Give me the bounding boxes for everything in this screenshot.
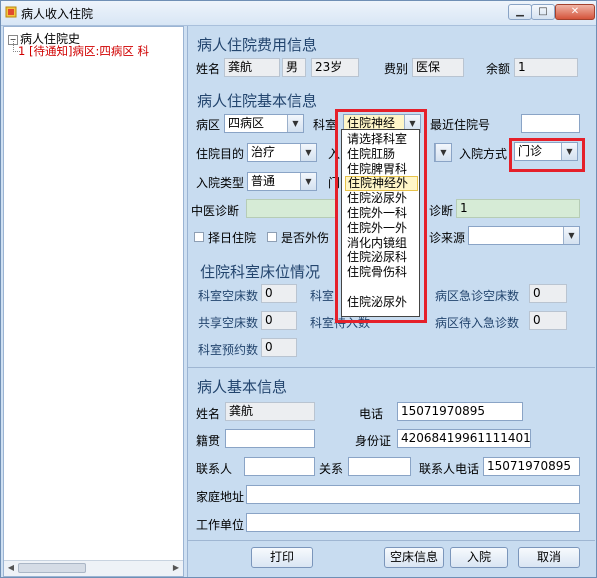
chevron-down-icon[interactable]: ▼ (300, 173, 316, 190)
admit-type-value: 普通 (251, 174, 276, 188)
west-diag-field[interactable]: 1 (456, 199, 580, 218)
phone-field[interactable]: 15071970895 (397, 402, 523, 421)
origin-label: 籍贯 (196, 434, 221, 448)
dept-label: 科室 (313, 118, 338, 132)
recent-admit-label: 最近住院号 (430, 118, 491, 132)
source-label: 诊来源 (429, 231, 466, 245)
ward-value: 四病区 (228, 116, 265, 130)
id-label: 身份证 (355, 434, 392, 448)
row2-col2-select[interactable]: ▼ (434, 143, 452, 162)
patient-name-label: 姓名 (196, 407, 221, 421)
bed-col2-label-a: 科室 (310, 289, 335, 303)
maximize-button[interactable]: □ (531, 4, 555, 20)
west-diag-label: 诊断 (429, 204, 454, 218)
select-day-label: 择日住院 (208, 231, 257, 245)
admit-type-select[interactable]: 普通 ▼ (247, 172, 317, 191)
admit-type-label: 入院类型 (196, 176, 245, 190)
chevron-down-icon[interactable]: ▼ (287, 115, 303, 132)
tcm-diag-label: 中医诊断 (191, 204, 240, 218)
address-field[interactable] (246, 485, 580, 504)
trauma-label: 是否外伤 (281, 231, 330, 245)
ward-select[interactable]: 四病区 ▼ (224, 114, 304, 133)
age-field: 23岁 (311, 58, 359, 77)
id-field[interactable]: 420684199611114015 (397, 429, 531, 448)
fee-name-field: 龚航 (224, 58, 280, 77)
history-tree-panel: − 病人住院史 1 [待通知]病区:四病区 科 ◀ ▶ (3, 26, 184, 577)
admit-method-label: 入院方式 (459, 147, 508, 161)
source-select[interactable]: ▼ (468, 226, 580, 245)
scroll-thumb[interactable] (18, 563, 86, 573)
chevron-down-icon[interactable]: ▼ (300, 144, 316, 161)
app-icon (5, 6, 17, 18)
fee-section-title: 病人住院费用信息 (197, 36, 318, 54)
purpose-select[interactable]: 治疗 ▼ (247, 143, 317, 162)
ward-emerg-label: 病区急诊空床数 (435, 289, 520, 303)
purpose-value: 治疗 (251, 145, 276, 159)
ward-emerg-field: 0 (529, 284, 567, 303)
chevron-down-icon[interactable]: ▼ (435, 144, 451, 161)
gender-field: 男 (282, 58, 306, 77)
admission-window: 病人收入住院 ▁ □ ✕ − 病人住院史 1 [待通知]病区:四病区 科 ◀ ▶ … (0, 0, 597, 578)
footer-divider (188, 540, 595, 541)
fee-type-label: 费别 (384, 62, 409, 76)
close-icon: ✕ (570, 6, 580, 17)
shared-empty-field: 0 (261, 311, 297, 330)
address-label: 家庭地址 (196, 490, 245, 504)
trauma-checkbox[interactable] (267, 232, 277, 242)
chevron-down-icon[interactable]: ▼ (563, 227, 579, 244)
dept-empty-field: 0 (261, 284, 297, 303)
dept-reserve-field: 0 (261, 338, 297, 357)
contact-label: 联系人 (196, 462, 233, 476)
phone-label: 电话 (359, 407, 384, 421)
relation-label: 关系 (319, 462, 344, 476)
print-button[interactable]: 打印 (251, 547, 313, 568)
recent-admit-field[interactable] (521, 114, 580, 133)
scroll-left-icon[interactable]: ◀ (5, 563, 17, 573)
ward-wait-field: 0 (529, 311, 567, 330)
balance-field: 1 (514, 58, 578, 77)
admit-button[interactable]: 入院 (450, 547, 508, 568)
ward-wait-label: 病区待入急诊数 (435, 316, 520, 330)
tcm-diag-field[interactable] (246, 199, 338, 218)
patient-section-title: 病人基本信息 (197, 378, 288, 396)
admit-method-highlight-box (509, 138, 585, 172)
ward-label: 病区 (196, 118, 221, 132)
hosp-section-title: 病人住院基本信息 (197, 92, 318, 110)
maximize-icon: □ (538, 6, 548, 17)
balance-label: 余额 (486, 62, 511, 76)
contact-phone-label: 联系人电话 (419, 462, 480, 476)
dept-reserve-label: 科室预约数 (198, 343, 259, 357)
shared-empty-label: 共享空床数 (198, 316, 259, 330)
minimize-icon: ▁ (516, 6, 524, 17)
horizontal-scrollbar[interactable]: ◀ ▶ (4, 560, 183, 576)
work-field[interactable] (246, 513, 580, 532)
patient-name-field: 龚航 (225, 402, 315, 421)
scroll-right-icon[interactable]: ▶ (170, 563, 182, 573)
section-divider (188, 367, 595, 368)
relation-field[interactable] (348, 457, 411, 476)
work-label: 工作单位 (196, 518, 245, 532)
fee-type-field: 医保 (412, 58, 464, 77)
title-bar: 病人收入住院 ▁ □ ✕ (1, 1, 596, 26)
bed-info-button[interactable]: 空床信息 (384, 547, 444, 568)
cancel-button[interactable]: 取消 (518, 547, 580, 568)
close-button[interactable]: ✕ (555, 4, 595, 20)
window-title: 病人收入住院 (21, 7, 94, 21)
dept-highlight-box (335, 109, 427, 323)
select-day-checkbox[interactable] (194, 232, 204, 242)
dept-empty-label: 科室空床数 (198, 289, 259, 303)
bed-section-title: 住院科室床位情况 (200, 263, 321, 281)
origin-field[interactable] (225, 429, 315, 448)
minimize-button[interactable]: ▁ (508, 4, 532, 20)
contact-field[interactable] (244, 457, 315, 476)
purpose-label: 住院目的 (196, 147, 245, 161)
fee-name-label: 姓名 (196, 62, 221, 76)
contact-phone-field[interactable]: 15071970895 (483, 457, 580, 476)
tree-item-admission[interactable]: 1 [待通知]病区:四病区 科 (18, 43, 183, 59)
